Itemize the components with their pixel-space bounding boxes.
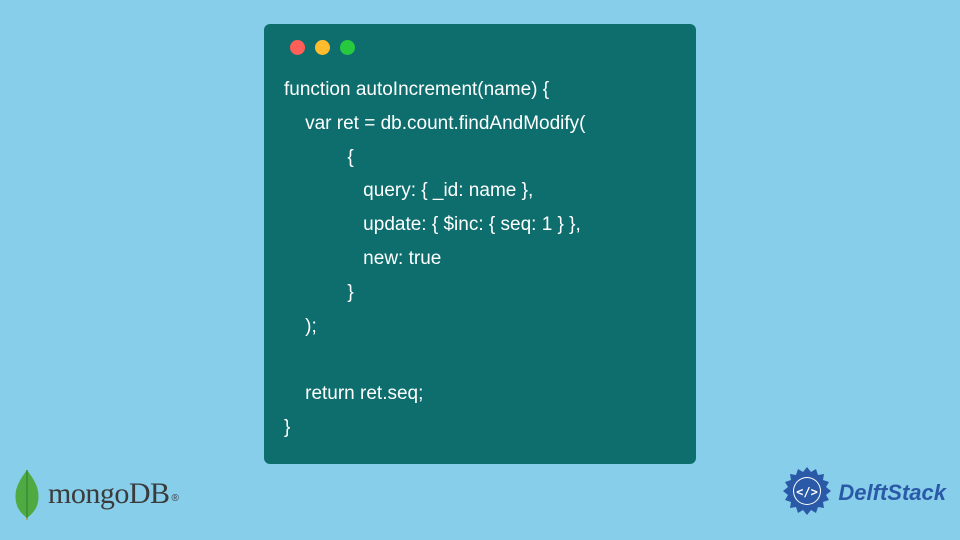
mongodb-leaf-icon [10,468,44,520]
mongodb-wordmark: mongoDB [48,477,170,510]
maximize-icon [340,40,355,55]
delftstack-wordmark: DelftStack [838,480,946,506]
mongodb-logo: mongoDB® [10,468,179,520]
mongodb-logo-text: mongoDB® [48,477,179,511]
window-traffic-lights [284,40,676,55]
registered-mark: ® [172,493,179,504]
delftstack-gear-icon: </> [780,466,834,520]
close-icon [290,40,305,55]
minimize-icon [315,40,330,55]
code-block: function autoIncrement(name) { var ret =… [284,73,676,445]
svg-text:</>: </> [797,485,819,499]
delftstack-logo: </> DelftStack [780,466,946,520]
code-window: function autoIncrement(name) { var ret =… [264,24,696,464]
